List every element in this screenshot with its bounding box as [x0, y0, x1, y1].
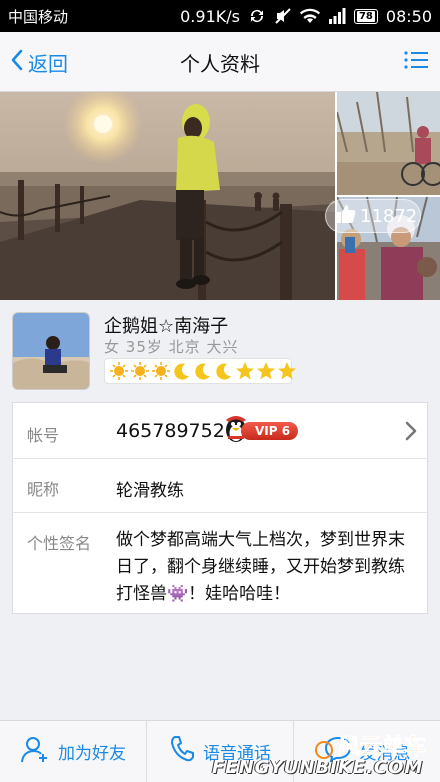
- district: 大兴: [206, 338, 239, 356]
- sun-icon: [109, 361, 129, 381]
- star-icon: [277, 361, 297, 381]
- qq-level-badge[interactable]: [104, 358, 296, 384]
- phone-icon: [169, 735, 195, 768]
- like-button[interactable]: 11872: [325, 199, 421, 233]
- add-friend-icon: [20, 734, 50, 769]
- list-menu-icon: [404, 51, 428, 74]
- signature-label: 个性签名: [27, 534, 92, 553]
- network-speed: 0.91K/s: [180, 6, 240, 26]
- clock: 08:50: [385, 6, 432, 26]
- gender: 女: [104, 338, 121, 356]
- profile-meta: 女 35岁 北京 大兴: [104, 336, 238, 357]
- signature-text: 做个梦都高端大气上档次，梦到世界末日了，翻个身继续睡，又开始梦到教练打怪兽👾！娃…: [116, 530, 405, 604]
- avatar[interactable]: [12, 312, 90, 390]
- sun-icon: [130, 361, 150, 381]
- back-label: 返回: [28, 52, 68, 76]
- back-button[interactable]: 返回: [10, 48, 68, 77]
- moon-icon: [172, 361, 192, 381]
- nickname: 企鹅姐☆南海子: [104, 316, 229, 337]
- carrier-name: 中国移动: [8, 7, 69, 26]
- chevron-left-icon: [10, 49, 24, 76]
- chevron-right-icon: [405, 421, 417, 445]
- photo-wall: 11872: [0, 92, 440, 300]
- wifi-icon: [299, 8, 320, 24]
- menu-button[interactable]: [404, 50, 428, 74]
- like-count: 11872: [360, 205, 418, 227]
- cover-photo[interactable]: [0, 92, 335, 300]
- vip-level: VIP 6: [241, 422, 299, 440]
- navigation-bar: 返回 个人资料: [0, 32, 440, 92]
- vip-badge: VIP 6: [223, 414, 299, 448]
- profile-header: 企鹅姐☆南海子 女 35岁 北京 大兴: [0, 300, 440, 398]
- star-icon: [256, 361, 276, 381]
- city: 北京: [168, 338, 201, 356]
- nick-label: 昵称: [27, 480, 60, 499]
- account-label: 帐号: [27, 426, 60, 445]
- star-icon: [235, 361, 255, 381]
- battery-icon: 78: [353, 8, 378, 24]
- moon-icon: [214, 361, 234, 381]
- account-row[interactable]: 帐号 465789752 VIP 6: [13, 403, 429, 459]
- thumbs-up-icon: [336, 204, 356, 229]
- info-card: 帐号 465789752 VIP 6 昵称 轮滑教练 个性签名 做个梦都高端大气…: [12, 402, 429, 615]
- watermark-site: FENGYUNBIKE.COM: [212, 757, 424, 778]
- add-friend-button[interactable]: 加为好友: [0, 721, 147, 782]
- age: 35岁: [125, 338, 163, 356]
- status-bar: 中国移动 0.91K/s 78 08:50: [0, 0, 440, 32]
- account-value: 465789752: [116, 420, 225, 442]
- battery-level: 78: [356, 10, 375, 22]
- sync-icon: [248, 7, 266, 25]
- sun-icon: [151, 361, 171, 381]
- signature-row: 个性签名 做个梦都高端大气上档次，梦到世界末日了，翻个身继续睡，又开始梦到教练打…: [13, 513, 429, 615]
- add-friend-label: 加为好友: [58, 744, 126, 764]
- nick-value: 轮滑教练: [116, 481, 184, 501]
- photo-thumbnail[interactable]: [337, 92, 440, 195]
- nickname-row: 昵称 轮滑教练: [13, 459, 429, 513]
- mute-icon: [274, 7, 292, 25]
- signal-icon: [328, 8, 346, 24]
- moon-icon: [193, 361, 213, 381]
